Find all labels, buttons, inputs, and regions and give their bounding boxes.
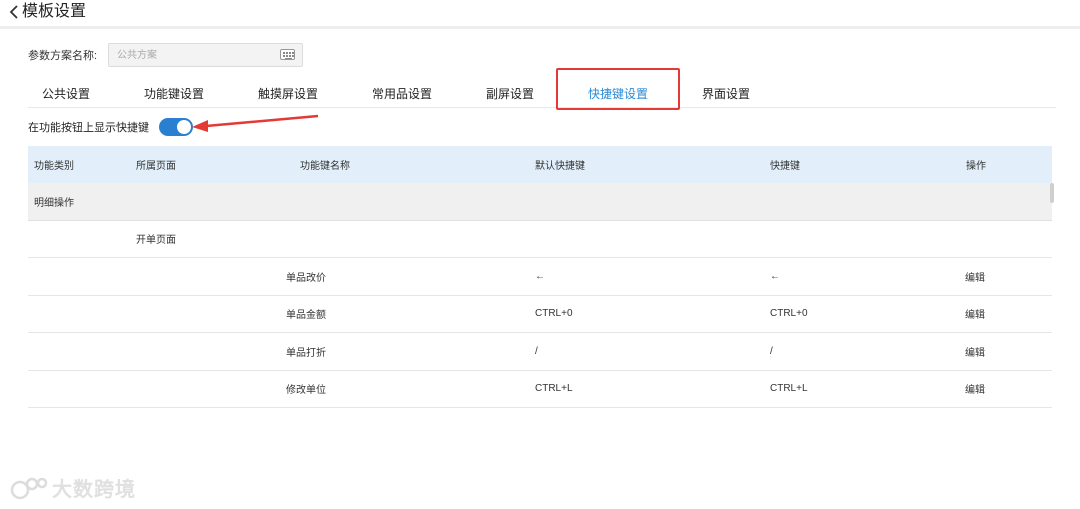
keyboard-icon[interactable] bbox=[280, 49, 295, 60]
tab-touchscreen[interactable]: 触摸屏设置 bbox=[256, 80, 320, 108]
tab-highlight-box bbox=[556, 68, 680, 110]
key-name: 修改单位 bbox=[286, 385, 326, 397]
scheme-name-field[interactable] bbox=[108, 43, 303, 67]
default-shortcut: CTRL+L bbox=[535, 383, 573, 395]
shortcut: / bbox=[770, 345, 773, 357]
watermark: 大数跨境 bbox=[10, 473, 136, 502]
shortcut: ← bbox=[770, 270, 780, 282]
edit-link[interactable]: 编辑 bbox=[965, 269, 985, 284]
shortcut: CTRL+0 bbox=[770, 308, 808, 320]
top-bar: 模板设置 bbox=[0, 0, 1080, 29]
subgroup-label: 开单页面 bbox=[136, 235, 176, 247]
default-shortcut: / bbox=[535, 345, 538, 357]
table-row: 单品金额 CTRL+0 CTRL+0 编辑 bbox=[28, 296, 1052, 333]
subgroup-row: 开单页面 bbox=[28, 221, 1052, 258]
tab-secondary-screen[interactable]: 副屏设置 bbox=[484, 80, 536, 108]
shortcut-table: 功能类别 所属页面 功能键名称 默认快捷键 快捷键 操作 明细操作 开单页面 单… bbox=[28, 146, 1052, 408]
tab-public-settings[interactable]: 公共设置 bbox=[42, 80, 90, 108]
back-button[interactable]: 模板设置 bbox=[8, 2, 86, 22]
edit-link[interactable]: 编辑 bbox=[965, 381, 985, 396]
header-operation: 操作 bbox=[966, 161, 986, 172]
table-row: 单品改价 ← ← 编辑 bbox=[28, 258, 1052, 296]
table-scrollbar[interactable] bbox=[1050, 183, 1054, 203]
group-row: 明细操作 bbox=[28, 183, 1052, 221]
tab-interface[interactable]: 界面设置 bbox=[700, 80, 752, 108]
scheme-row: 参数方案名称: bbox=[28, 43, 303, 67]
scheme-label: 参数方案名称: bbox=[28, 50, 98, 62]
tab-function-keys[interactable]: 功能键设置 bbox=[142, 80, 206, 108]
key-name: 单品金额 bbox=[286, 310, 326, 322]
edit-link[interactable]: 编辑 bbox=[965, 344, 985, 359]
table-row: 单品打折 / / 编辑 bbox=[28, 333, 1052, 371]
toggle-knob bbox=[177, 120, 191, 134]
show-shortcut-row: 在功能按钮上显示快捷键 bbox=[28, 118, 193, 136]
annotation-arrow-icon bbox=[192, 114, 319, 132]
default-shortcut: ← bbox=[535, 270, 545, 282]
header-shortcut: 快捷键 bbox=[770, 161, 800, 172]
default-shortcut: CTRL+0 bbox=[535, 308, 573, 320]
tab-frequent-items[interactable]: 常用品设置 bbox=[370, 80, 434, 108]
table-row: 修改单位 CTRL+L CTRL+L 编辑 bbox=[28, 371, 1052, 408]
table-header: 功能类别 所属页面 功能键名称 默认快捷键 快捷键 操作 bbox=[28, 146, 1052, 183]
tab-bar: 公共设置 功能键设置 触摸屏设置 常用品设置 副屏设置 快捷键设置 界面设置 bbox=[28, 80, 1056, 108]
header-category: 功能类别 bbox=[34, 161, 74, 172]
group-label: 明细操作 bbox=[34, 197, 74, 209]
watermark-logo-icon bbox=[10, 477, 48, 499]
show-shortcut-toggle[interactable] bbox=[159, 118, 193, 136]
chevron-left-icon bbox=[9, 5, 18, 19]
page-title: 模板设置 bbox=[22, 3, 87, 20]
header-page: 所属页面 bbox=[136, 161, 176, 172]
show-shortcut-label: 在功能按钮上显示快捷键 bbox=[28, 122, 149, 134]
scheme-name-input[interactable] bbox=[109, 44, 269, 66]
shortcut: CTRL+L bbox=[770, 383, 808, 395]
key-name: 单品改价 bbox=[286, 272, 326, 284]
header-default-shortcut: 默认快捷键 bbox=[535, 161, 585, 172]
header-key-name: 功能键名称 bbox=[300, 161, 350, 172]
edit-link[interactable]: 编辑 bbox=[965, 306, 985, 321]
key-name: 单品打折 bbox=[286, 347, 326, 359]
watermark-text: 大数跨境 bbox=[52, 479, 136, 501]
